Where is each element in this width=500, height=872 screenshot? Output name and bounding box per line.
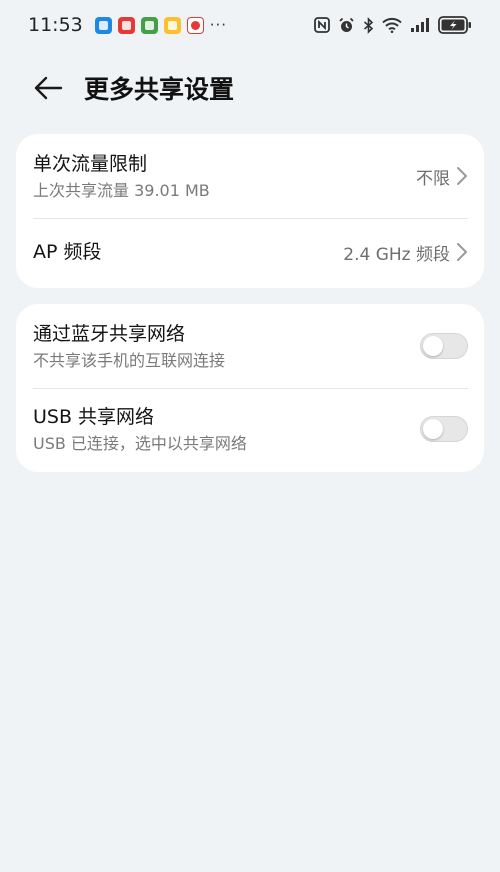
signal-icon	[411, 18, 429, 32]
status-bar-right	[314, 16, 472, 34]
usb-tethering-row[interactable]: USB 共享网络 USB 已连接，选中以共享网络	[16, 389, 484, 469]
row-text: USB 共享网络 USB 已连接，选中以共享网络	[33, 404, 247, 455]
row-value: 不限	[416, 168, 450, 189]
single-traffic-limit-row[interactable]: 单次流量限制 上次共享流量 39.01 MB 不限	[16, 134, 484, 218]
ap-band-row[interactable]: AP 频段 2.4 GHz 频段	[16, 219, 484, 285]
alarm-icon	[339, 17, 354, 32]
row-subtitle: 上次共享流量 39.01 MB	[33, 180, 210, 200]
row-title: 单次流量限制	[33, 152, 148, 175]
bluetooth-tethering-row[interactable]: 通过蓝牙共享网络 不共享该手机的互联网连接	[16, 304, 484, 388]
row-right: 不限	[416, 164, 468, 189]
green-app-icon	[140, 16, 158, 34]
more-notifications-icon: ···	[209, 16, 228, 34]
row-text: 单次流量限制 上次共享流量 39.01 MB	[33, 151, 210, 202]
back-button[interactable]	[16, 56, 80, 120]
white-app-icon	[186, 16, 204, 34]
red-app-icon	[117, 16, 135, 34]
row-subtitle: 不共享该手机的互联网连接	[33, 350, 226, 370]
usb-tethering-toggle[interactable]	[420, 416, 468, 442]
row-text: AP 频段	[33, 239, 102, 265]
wifi-icon	[382, 17, 402, 33]
bluetooth-icon	[363, 16, 374, 34]
yellow-app-icon	[163, 16, 181, 34]
hotspot-settings-card: 单次流量限制 上次共享流量 39.01 MB 不限 AP 频段 2.4 GHz …	[16, 134, 484, 288]
app-bar: 更多共享设置	[0, 56, 500, 120]
row-right: 2.4 GHz 频段	[343, 240, 468, 265]
nfc-icon	[314, 17, 330, 33]
back-arrow-icon	[34, 76, 63, 100]
page-title: 更多共享设置	[84, 75, 235, 104]
chevron-right-icon	[457, 243, 467, 261]
row-title: 通过蓝牙共享网络	[33, 322, 186, 345]
row-text: 通过蓝牙共享网络 不共享该手机的互联网连接	[33, 321, 225, 372]
bluetooth-tethering-toggle[interactable]	[420, 333, 468, 359]
row-subtitle: USB 已连接，选中以共享网络	[33, 433, 247, 453]
status-time: 11:53	[28, 14, 83, 36]
toggle-knob	[423, 419, 443, 439]
status-bar: 11:53 ···	[0, 0, 500, 50]
tethering-card: 通过蓝牙共享网络 不共享该手机的互联网连接 USB 共享网络 USB 已连接，选…	[16, 304, 484, 472]
battery-charging-icon	[438, 16, 471, 34]
toggle-knob	[423, 336, 443, 356]
status-bar-left: 11:53 ···	[28, 14, 227, 36]
blue-app-icon	[94, 16, 112, 34]
row-title: AP 频段	[33, 241, 102, 263]
chevron-right-icon	[457, 167, 467, 185]
row-title: USB 共享网络	[33, 405, 155, 428]
row-value: 2.4 GHz 频段	[343, 244, 450, 265]
